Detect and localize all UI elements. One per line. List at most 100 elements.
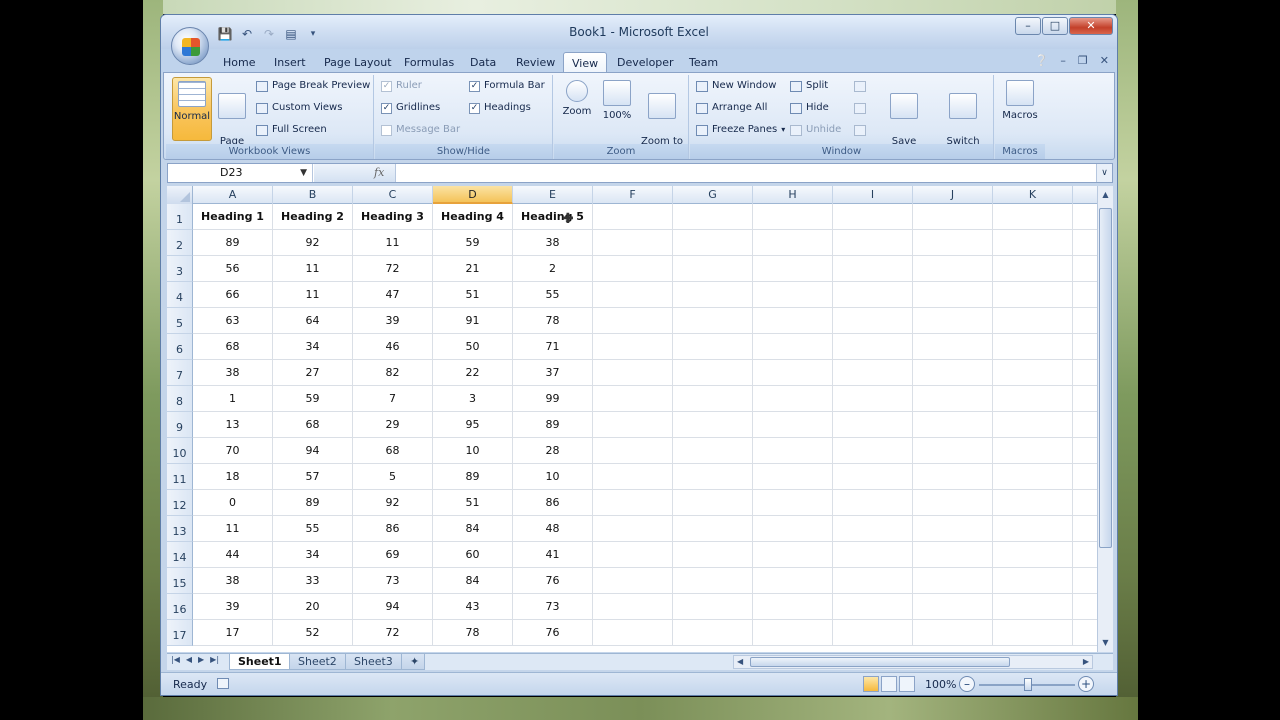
sheet-tab-sheet3[interactable]: Sheet3 — [345, 654, 402, 670]
office-button[interactable] — [171, 27, 209, 65]
cell-a16[interactable]: 39 — [193, 594, 273, 620]
page-layout-view-button[interactable]: Page Layout — [214, 77, 250, 160]
zoom-to-selection-button[interactable]: Zoom to Selection — [638, 77, 686, 160]
gridlines-checkbox[interactable]: ✓ Gridlines — [381, 100, 440, 116]
cell-e14[interactable]: 41 — [513, 542, 593, 568]
cell-c3[interactable]: 72 — [353, 256, 433, 282]
reset-window-position-button[interactable] — [854, 122, 866, 138]
cell-j7[interactable] — [913, 360, 993, 386]
row-header[interactable]: 10 — [167, 438, 193, 464]
custom-views-button[interactable]: Custom Views — [256, 100, 342, 116]
horizontal-scrollbar[interactable]: ◀ ▶ — [733, 655, 1093, 669]
cell-a6[interactable]: 68 — [193, 334, 273, 360]
cell-g11[interactable] — [673, 464, 753, 490]
cell-i14[interactable] — [833, 542, 913, 568]
cell-a5[interactable]: 63 — [193, 308, 273, 334]
scroll-down-icon[interactable]: ▼ — [1098, 636, 1113, 650]
cell-g12[interactable] — [673, 490, 753, 516]
cell-a17[interactable]: 17 — [193, 620, 273, 646]
cell-d10[interactable]: 10 — [433, 438, 513, 464]
tab-home[interactable]: Home — [215, 52, 263, 73]
ribbon-restore-icon[interactable]: ❐ — [1078, 54, 1088, 67]
tab-insert[interactable]: Insert — [266, 52, 314, 73]
vertical-scroll-thumb[interactable] — [1099, 208, 1112, 548]
normal-view-button[interactable]: Normal — [172, 77, 212, 141]
cell-e12[interactable]: 86 — [513, 490, 593, 516]
cell-e16[interactable]: 73 — [513, 594, 593, 620]
cell-i6[interactable] — [833, 334, 913, 360]
cell-d3[interactable]: 21 — [433, 256, 513, 282]
cell-g10[interactable] — [673, 438, 753, 464]
cell-b8[interactable]: 59 — [273, 386, 353, 412]
cell-h2[interactable] — [753, 230, 833, 256]
column-header-j[interactable]: J — [913, 186, 993, 204]
cell-f17[interactable] — [593, 620, 673, 646]
cell-c1[interactable]: Heading 3 — [353, 204, 433, 230]
cell-g15[interactable] — [673, 568, 753, 594]
cell-h1[interactable] — [753, 204, 833, 230]
cell-a3[interactable]: 56 — [193, 256, 273, 282]
tab-data[interactable]: Data — [462, 52, 504, 73]
zoom-out-icon[interactable]: – — [959, 676, 975, 692]
synchronous-scrolling-button[interactable] — [854, 100, 866, 116]
cell-f15[interactable] — [593, 568, 673, 594]
cell-b15[interactable]: 33 — [273, 568, 353, 594]
column-header-a[interactable]: A — [193, 186, 273, 204]
cell-f5[interactable] — [593, 308, 673, 334]
cell-f1[interactable] — [593, 204, 673, 230]
column-header-i[interactable]: I — [833, 186, 913, 204]
cell-e4[interactable]: 55 — [513, 282, 593, 308]
cell-i8[interactable] — [833, 386, 913, 412]
zoom-100-button[interactable]: 100% — [598, 77, 636, 141]
tab-review[interactable]: Review — [508, 52, 563, 73]
save-workspace-button[interactable]: Save Workspace — [876, 77, 932, 160]
row-header[interactable]: 6 — [167, 334, 193, 360]
page-break-shortcut-icon[interactable] — [899, 676, 915, 692]
tab-developer[interactable]: Developer — [609, 52, 682, 73]
workbook-close-icon[interactable]: ✕ — [1100, 54, 1109, 67]
cell-i5[interactable] — [833, 308, 913, 334]
cell-d6[interactable]: 50 — [433, 334, 513, 360]
cell-k15[interactable] — [993, 568, 1073, 594]
cell-k8[interactable] — [993, 386, 1073, 412]
cell-i11[interactable] — [833, 464, 913, 490]
cell-f16[interactable] — [593, 594, 673, 620]
cell-d1[interactable]: Heading 4 — [433, 204, 513, 230]
cell-k14[interactable] — [993, 542, 1073, 568]
cell-k16[interactable] — [993, 594, 1073, 620]
cell-e10[interactable]: 28 — [513, 438, 593, 464]
cell-f11[interactable] — [593, 464, 673, 490]
cell-d5[interactable]: 91 — [433, 308, 513, 334]
message-bar-checkbox[interactable]: Message Bar — [381, 122, 460, 138]
cell-c4[interactable]: 47 — [353, 282, 433, 308]
cell-f6[interactable] — [593, 334, 673, 360]
worksheet-grid[interactable]: ABCDEFGHIJK 1 Heading 1 Heading 2 Heading 3… — [167, 186, 1097, 652]
cell-i13[interactable] — [833, 516, 913, 542]
cell-j12[interactable] — [913, 490, 993, 516]
row-header[interactable]: 5 — [167, 308, 193, 334]
row-header[interactable]: 16 — [167, 594, 193, 620]
cell-k17[interactable] — [993, 620, 1073, 646]
cell-e2[interactable]: 38 — [513, 230, 593, 256]
page-break-preview-button[interactable]: Page Break Preview — [256, 78, 370, 94]
cell-g8[interactable] — [673, 386, 753, 412]
cell-j6[interactable] — [913, 334, 993, 360]
cell-c7[interactable]: 82 — [353, 360, 433, 386]
cell-f4[interactable] — [593, 282, 673, 308]
cell-g6[interactable] — [673, 334, 753, 360]
macros-button[interactable]: Macros — [999, 77, 1041, 141]
cell-k7[interactable] — [993, 360, 1073, 386]
cell-b2[interactable]: 92 — [273, 230, 353, 256]
cell-h13[interactable] — [753, 516, 833, 542]
row-header[interactable]: 3 — [167, 256, 193, 282]
column-header-e[interactable]: E — [513, 186, 593, 204]
horizontal-scroll-thumb[interactable] — [750, 657, 1010, 667]
unhide-button[interactable]: Unhide — [790, 122, 841, 138]
tab-view[interactable]: View — [563, 52, 608, 73]
cell-d7[interactable]: 22 — [433, 360, 513, 386]
cell-c16[interactable]: 94 — [353, 594, 433, 620]
row-header[interactable]: 12 — [167, 490, 193, 516]
cell-a15[interactable]: 38 — [193, 568, 273, 594]
cell-b13[interactable]: 55 — [273, 516, 353, 542]
tab-team[interactable]: Team — [681, 52, 726, 73]
